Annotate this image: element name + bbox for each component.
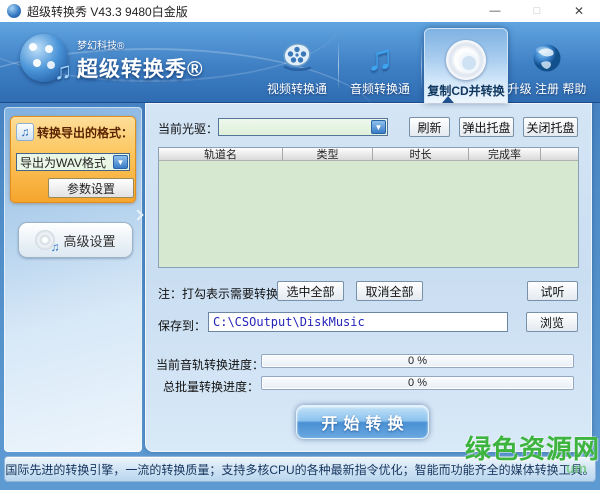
active-tab-pointer	[442, 96, 454, 103]
tab-upgrade-register-help[interactable]: 升级 注册 帮助	[508, 33, 586, 103]
window-controls: — □ ✕	[474, 0, 600, 22]
window-title: 超级转换秀 V43.3 9480白金版	[27, 3, 188, 20]
column-duration: 时长	[373, 148, 469, 160]
export-format-value: 导出为WAV格式	[17, 154, 112, 171]
status-bar: 国际先进的转换引擎，一流的转换质量；支持多核CPU的各种最新指令优化；智能而功能…	[4, 456, 596, 482]
status-text: 国际先进的转换引擎，一流的转换质量；支持多核CPU的各种最新指令优化；智能而功能…	[5, 461, 594, 478]
music-note-icon: ♫	[367, 38, 394, 78]
deselect-all-button[interactable]: 取消全部	[356, 281, 423, 301]
toolbar-divider	[338, 43, 339, 89]
save-path-input[interactable]: C:\CSOutput\DiskMusic	[208, 312, 508, 332]
brand-text: 梦幻科技® 超级转换秀®	[77, 34, 203, 83]
track-table-header: 轨道名 类型 时长 完成率	[159, 148, 578, 161]
params-settings-button[interactable]: 参数设置	[48, 178, 134, 198]
tab-audio-converter[interactable]: ♫ 音频转换通	[341, 33, 419, 103]
tab-label: 复制CD并转换	[427, 82, 504, 99]
cd-icon	[35, 230, 55, 250]
preview-button[interactable]: 试听	[527, 281, 578, 301]
format-panel-header: ♫ 转换导出的格式：	[11, 117, 135, 141]
chevron-down-icon[interactable]: ▼	[371, 120, 386, 134]
format-panel-title: 转换导出的格式：	[37, 124, 133, 141]
tab-video-converter[interactable]: 视频转换通	[258, 33, 336, 103]
start-convert-button[interactable]: 开始转换	[296, 405, 429, 439]
track-list-area[interactable]	[159, 161, 578, 267]
chevron-down-icon[interactable]: ▼	[113, 155, 128, 169]
sidebar: ♫ 转换导出的格式： 导出为WAV格式 ▼ 参数设置 高级设置	[4, 107, 142, 452]
column-track-name: 轨道名	[159, 148, 283, 160]
audio-file-icon: ♫	[16, 123, 34, 141]
film-reel-icon	[279, 38, 315, 78]
tab-label: 音频转换通	[350, 80, 410, 97]
batch-progress-bar: 0 %	[261, 376, 574, 390]
drive-select[interactable]: ▼	[218, 118, 388, 136]
close-icon[interactable]: ✕	[558, 0, 600, 22]
brand-company: 梦幻科技®	[77, 37, 203, 52]
cd-icon	[446, 40, 486, 80]
app-icon	[7, 4, 21, 18]
close-tray-button[interactable]: 关闭托盘	[523, 117, 578, 137]
app-logo-icon: ♫	[20, 34, 68, 82]
minimize-icon[interactable]: —	[474, 0, 516, 22]
export-format-panel: ♫ 转换导出的格式： 导出为WAV格式 ▼ 参数设置	[10, 116, 136, 203]
header-band: ♫ 梦幻科技® 超级转换秀®	[0, 22, 600, 103]
advanced-settings-label: 高级设置	[63, 231, 115, 250]
advanced-settings-button[interactable]: 高级设置	[18, 222, 133, 258]
tab-copy-cd-convert[interactable]: 复制CD并转换	[424, 28, 508, 103]
batch-progress-label: 总批量转换进度：	[156, 378, 259, 395]
refresh-button[interactable]: 刷新	[409, 117, 450, 137]
titlebar: 超级转换秀 V43.3 9480白金版 — □ ✕	[0, 0, 600, 22]
tab-label: 视频转换通	[267, 80, 327, 97]
music-note-icon: ♫	[54, 58, 72, 86]
save-to-label: 保存到：	[158, 317, 206, 334]
app-window: 超级转换秀 V43.3 9480白金版 — □ ✕ ♫ 梦幻科技® 超级转换秀®	[0, 0, 600, 490]
browse-button[interactable]: 浏览	[526, 312, 578, 332]
column-type: 类型	[283, 148, 373, 160]
brand-logo: ♫ 梦幻科技® 超级转换秀®	[20, 34, 203, 83]
eject-tray-button[interactable]: 弹出托盘	[459, 117, 514, 137]
current-drive-label: 当前光驱：	[158, 120, 218, 137]
brand-product: 超级转换秀®	[77, 53, 203, 83]
select-all-button[interactable]: 选中全部	[277, 281, 344, 301]
column-spacer	[541, 148, 578, 160]
column-completion: 完成率	[469, 148, 541, 160]
toolbar-divider	[421, 43, 422, 89]
main-panel: 当前光驱： ▼ 刷新 弹出托盘 关闭托盘 轨道名 类型 时长 完成率 注：打勾表…	[145, 103, 592, 452]
globe-icon	[530, 38, 564, 78]
maximize-icon[interactable]: □	[516, 0, 558, 22]
tab-label: 升级 注册 帮助	[508, 80, 587, 97]
main-toolbar: 视频转换通 ♫ 音频转换通 复制CD并转换	[258, 26, 586, 103]
track-progress-label: 当前音轨转换进度：	[156, 356, 259, 373]
checkmark-note-label: 注：打勾表示需要转换	[158, 285, 278, 302]
export-format-select[interactable]: 导出为WAV格式 ▼	[16, 153, 130, 171]
track-progress-bar: 0 %	[261, 354, 574, 368]
track-table: 轨道名 类型 时长 完成率	[158, 147, 579, 268]
